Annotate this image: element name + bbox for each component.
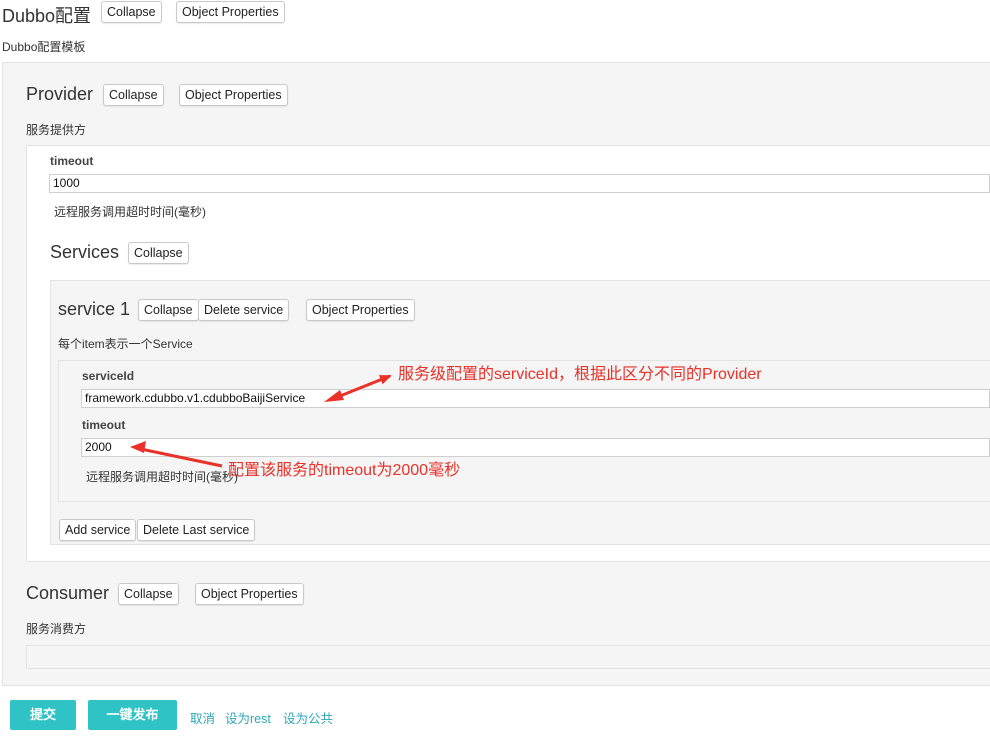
submit-button[interactable]: 提交 xyxy=(10,700,76,730)
serviceid-annotation: 服务级配置的serviceId，根据此区分不同的Provider xyxy=(398,366,762,383)
timeout-arrow xyxy=(135,446,223,468)
serviceid-arrow-head xyxy=(324,390,344,402)
timeout-annotation: 配置该服务的timeout为2000毫秒 xyxy=(228,462,461,479)
cancel-link[interactable]: 取消 xyxy=(190,708,215,727)
publish-button[interactable]: 一键发布 xyxy=(88,700,177,730)
timeout-arrow-head xyxy=(130,441,146,453)
set-public-link[interactable]: 设为公共 xyxy=(283,708,333,727)
set-rest-link[interactable]: 设为rest xyxy=(225,708,271,727)
